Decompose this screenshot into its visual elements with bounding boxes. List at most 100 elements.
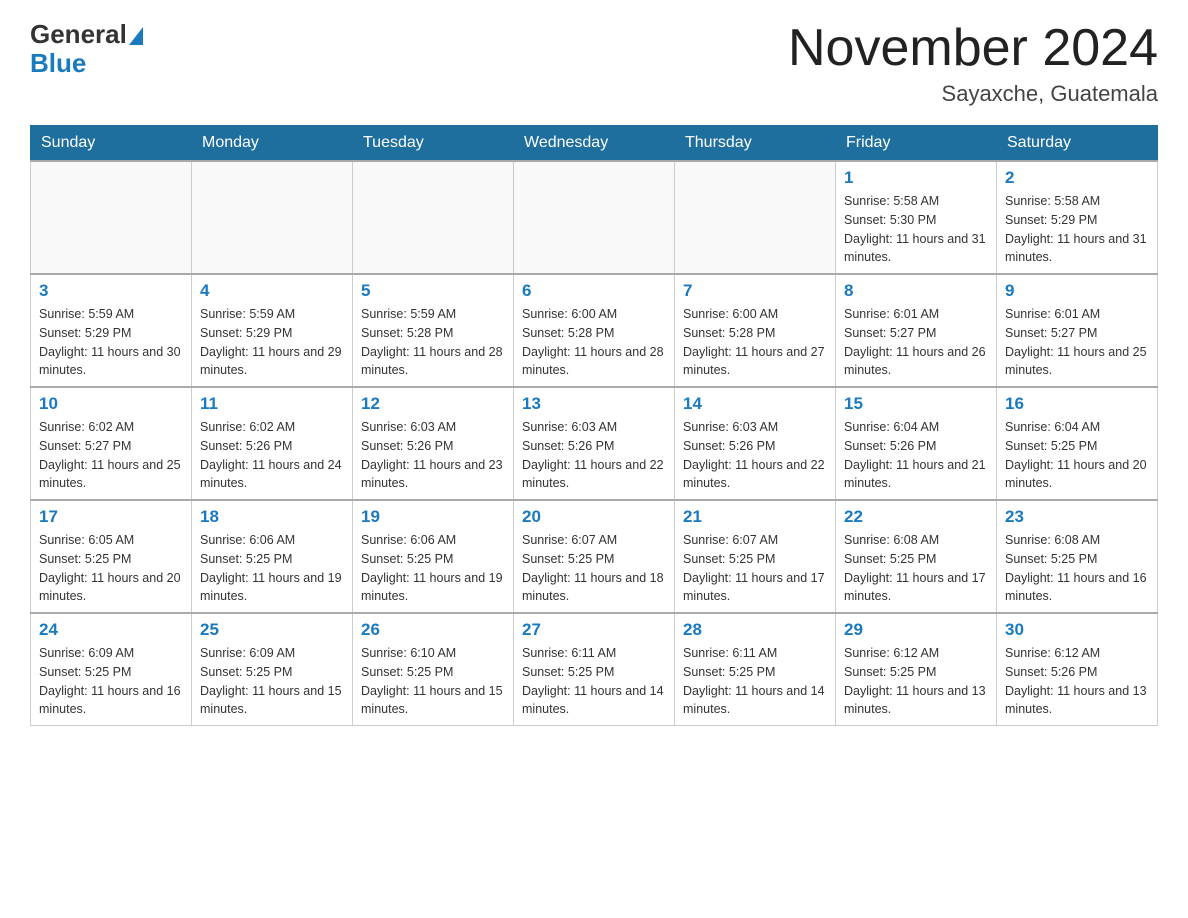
calendar-cell: 2 Sunrise: 5:58 AMSunset: 5:29 PMDaylight… [997,161,1158,274]
calendar-cell: 17 Sunrise: 6:05 AMSunset: 5:25 PMDayligh… [31,500,192,613]
day-info: Sunrise: 6:04 AMSunset: 5:25 PMDaylight:… [1005,418,1149,493]
column-header-friday: Friday [836,126,997,162]
column-header-monday: Monday [192,126,353,162]
day-number: 27 [522,620,666,640]
calendar-cell: 21 Sunrise: 6:07 AMSunset: 5:25 PMDayligh… [675,500,836,613]
calendar-cell: 13Sunrise: 6:03 AMSunset: 5:26 PMDayligh… [514,387,675,500]
day-number: 13 [522,394,666,414]
calendar-cell: 8 Sunrise: 6:01 AMSunset: 5:27 PMDaylight… [836,274,997,387]
day-number: 10 [39,394,183,414]
day-info: Sunrise: 6:11 AMSunset: 5:25 PMDaylight:… [522,644,666,719]
day-number: 6 [522,281,666,301]
calendar-cell: 30 Sunrise: 6:12 AMSunset: 5:26 PMDayligh… [997,613,1158,726]
day-info: Sunrise: 6:00 AMSunset: 5:28 PMDaylight:… [683,305,827,380]
day-number: 1 [844,168,988,188]
calendar-cell: 15Sunrise: 6:04 AMSunset: 5:26 PMDayligh… [836,387,997,500]
day-number: 24 [39,620,183,640]
day-number: 26 [361,620,505,640]
page-header: General Blue November 2024 Sayaxche, Gua… [30,20,1158,107]
calendar-cell: 12 Sunrise: 6:03 AMSunset: 5:26 PMDayligh… [353,387,514,500]
day-info: Sunrise: 6:05 AMSunset: 5:25 PMDaylight:… [39,531,183,606]
calendar-cell: 20 Sunrise: 6:07 AMSunset: 5:25 PMDayligh… [514,500,675,613]
title-section: November 2024 Sayaxche, Guatemala [788,20,1158,107]
day-number: 21 [683,507,827,527]
day-number: 2 [1005,168,1149,188]
calendar-cell: 16 Sunrise: 6:04 AMSunset: 5:25 PMDayligh… [997,387,1158,500]
calendar-cell: 7Sunrise: 6:00 AMSunset: 5:28 PMDaylight… [675,274,836,387]
week-row-3: 10 Sunrise: 6:02 AMSunset: 5:27 PMDayligh… [31,387,1158,500]
day-info: Sunrise: 6:03 AMSunset: 5:26 PMDaylight:… [361,418,505,493]
column-header-wednesday: Wednesday [514,126,675,162]
calendar-cell: 25Sunrise: 6:09 AMSunset: 5:25 PMDayligh… [192,613,353,726]
calendar-table: SundayMondayTuesdayWednesdayThursdayFrid… [30,125,1158,726]
day-number: 23 [1005,507,1149,527]
day-info: Sunrise: 5:58 AMSunset: 5:30 PMDaylight:… [844,192,988,267]
day-number: 17 [39,507,183,527]
day-info: Sunrise: 6:12 AMSunset: 5:26 PMDaylight:… [1005,644,1149,719]
column-header-thursday: Thursday [675,126,836,162]
day-number: 28 [683,620,827,640]
day-number: 30 [1005,620,1149,640]
day-info: Sunrise: 6:12 AMSunset: 5:25 PMDaylight:… [844,644,988,719]
day-number: 29 [844,620,988,640]
calendar-cell [353,161,514,274]
day-info: Sunrise: 6:06 AMSunset: 5:25 PMDaylight:… [361,531,505,606]
column-header-sunday: Sunday [31,126,192,162]
calendar-cell: 11 Sunrise: 6:02 AMSunset: 5:26 PMDayligh… [192,387,353,500]
calendar-cell: 27 Sunrise: 6:11 AMSunset: 5:25 PMDayligh… [514,613,675,726]
day-info: Sunrise: 6:07 AMSunset: 5:25 PMDaylight:… [522,531,666,606]
calendar-cell [31,161,192,274]
calendar-cell: 22 Sunrise: 6:08 AMSunset: 5:25 PMDayligh… [836,500,997,613]
day-number: 19 [361,507,505,527]
logo: General Blue [30,20,143,77]
day-info: Sunrise: 5:59 AMSunset: 5:28 PMDaylight:… [361,305,505,380]
calendar-cell: 6 Sunrise: 6:00 AMSunset: 5:28 PMDaylight… [514,274,675,387]
day-info: Sunrise: 6:01 AMSunset: 5:27 PMDaylight:… [844,305,988,380]
calendar-header-row: SundayMondayTuesdayWednesdayThursdayFrid… [31,126,1158,162]
day-number: 12 [361,394,505,414]
day-info: Sunrise: 5:58 AMSunset: 5:29 PMDaylight:… [1005,192,1149,267]
day-number: 8 [844,281,988,301]
column-header-tuesday: Tuesday [353,126,514,162]
day-info: Sunrise: 6:08 AMSunset: 5:25 PMDaylight:… [844,531,988,606]
day-number: 14 [683,394,827,414]
day-number: 9 [1005,281,1149,301]
day-info: Sunrise: 6:04 AMSunset: 5:26 PMDaylight:… [844,418,988,493]
calendar-cell: 1 Sunrise: 5:58 AMSunset: 5:30 PMDaylight… [836,161,997,274]
week-row-1: 1 Sunrise: 5:58 AMSunset: 5:30 PMDaylight… [31,161,1158,274]
day-number: 20 [522,507,666,527]
month-title: November 2024 [788,20,1158,77]
calendar-cell: 9 Sunrise: 6:01 AMSunset: 5:27 PMDaylight… [997,274,1158,387]
day-info: Sunrise: 6:11 AMSunset: 5:25 PMDaylight:… [683,644,827,719]
day-info: Sunrise: 6:09 AMSunset: 5:25 PMDaylight:… [39,644,183,719]
calendar-cell: 14 Sunrise: 6:03 AMSunset: 5:26 PMDayligh… [675,387,836,500]
logo-blue: Blue [30,49,143,78]
calendar-cell: 18Sunrise: 6:06 AMSunset: 5:25 PMDayligh… [192,500,353,613]
day-number: 4 [200,281,344,301]
day-number: 22 [844,507,988,527]
column-header-saturday: Saturday [997,126,1158,162]
day-info: Sunrise: 6:00 AMSunset: 5:28 PMDaylight:… [522,305,666,380]
day-number: 5 [361,281,505,301]
logo-triangle-icon [129,27,143,45]
location-title: Sayaxche, Guatemala [788,81,1158,107]
day-info: Sunrise: 6:03 AMSunset: 5:26 PMDaylight:… [683,418,827,493]
day-info: Sunrise: 6:08 AMSunset: 5:25 PMDaylight:… [1005,531,1149,606]
calendar-cell: 19 Sunrise: 6:06 AMSunset: 5:25 PMDayligh… [353,500,514,613]
day-info: Sunrise: 6:01 AMSunset: 5:27 PMDaylight:… [1005,305,1149,380]
day-info: Sunrise: 6:07 AMSunset: 5:25 PMDaylight:… [683,531,827,606]
calendar-cell: 23 Sunrise: 6:08 AMSunset: 5:25 PMDayligh… [997,500,1158,613]
day-info: Sunrise: 6:10 AMSunset: 5:25 PMDaylight:… [361,644,505,719]
calendar-cell [675,161,836,274]
day-number: 3 [39,281,183,301]
day-info: Sunrise: 6:02 AMSunset: 5:27 PMDaylight:… [39,418,183,493]
calendar-cell [192,161,353,274]
week-row-2: 3Sunrise: 5:59 AMSunset: 5:29 PMDaylight… [31,274,1158,387]
day-number: 16 [1005,394,1149,414]
calendar-cell: 29 Sunrise: 6:12 AMSunset: 5:25 PMDayligh… [836,613,997,726]
calendar-cell: 28 Sunrise: 6:11 AMSunset: 5:25 PMDayligh… [675,613,836,726]
day-number: 11 [200,394,344,414]
day-info: Sunrise: 6:06 AMSunset: 5:25 PMDaylight:… [200,531,344,606]
calendar-cell: 26 Sunrise: 6:10 AMSunset: 5:25 PMDayligh… [353,613,514,726]
day-info: Sunrise: 6:02 AMSunset: 5:26 PMDaylight:… [200,418,344,493]
